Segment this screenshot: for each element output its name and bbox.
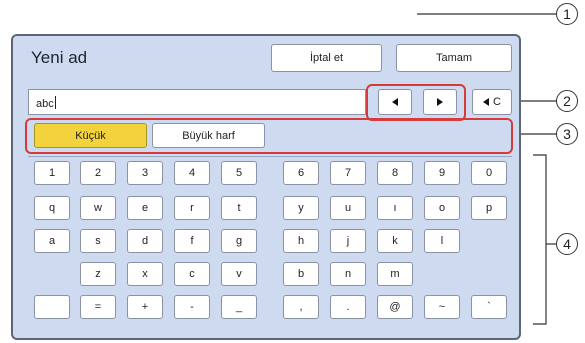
key[interactable]: 1: [34, 161, 70, 185]
key[interactable]: 5: [221, 161, 257, 185]
callout-3: 3: [556, 123, 578, 145]
key[interactable]: f: [174, 229, 210, 253]
key[interactable]: 3: [127, 161, 163, 185]
backspace-arrow-icon: [483, 98, 490, 106]
key[interactable]: e: [127, 196, 163, 220]
key[interactable]: 0: [471, 161, 507, 185]
key[interactable]: 2: [80, 161, 116, 185]
key[interactable]: v: [221, 262, 257, 286]
ok-button[interactable]: Tamam: [396, 44, 512, 72]
key[interactable]: q: [34, 196, 70, 220]
key[interactable]: -: [174, 295, 210, 319]
callout-4: 4: [556, 233, 578, 255]
callout-box-3: [25, 118, 513, 154]
key[interactable]: 7: [330, 161, 366, 185]
key[interactable]: 4: [174, 161, 210, 185]
key[interactable]: n: [330, 262, 366, 286]
key[interactable]: c: [174, 262, 210, 286]
key[interactable]: 6: [283, 161, 319, 185]
key[interactable]: @: [377, 295, 413, 319]
key[interactable]: g: [221, 229, 257, 253]
key[interactable]: =: [80, 295, 116, 319]
key[interactable]: b: [283, 262, 319, 286]
key[interactable]: ~: [424, 295, 460, 319]
key[interactable]: r: [174, 196, 210, 220]
space-key[interactable]: [34, 295, 70, 319]
key[interactable]: .: [330, 295, 366, 319]
key[interactable]: o: [424, 196, 460, 220]
input-value: abc: [36, 98, 54, 110]
key[interactable]: ı: [377, 196, 413, 220]
key[interactable]: +: [127, 295, 163, 319]
callout-1: 1: [556, 3, 578, 25]
dialog-title: Yeni ad: [31, 48, 88, 67]
cancel-button[interactable]: İptal et: [271, 44, 382, 72]
key[interactable]: d: [127, 229, 163, 253]
key[interactable]: `: [471, 295, 507, 319]
key[interactable]: x: [127, 262, 163, 286]
key[interactable]: l: [424, 229, 460, 253]
backspace-button[interactable]: C: [472, 89, 512, 115]
key[interactable]: s: [80, 229, 116, 253]
key[interactable]: _: [221, 295, 257, 319]
key[interactable]: w: [80, 196, 116, 220]
key[interactable]: 8: [377, 161, 413, 185]
key[interactable]: p: [471, 196, 507, 220]
backspace-label: C: [493, 96, 501, 108]
divider: [28, 156, 512, 157]
key[interactable]: ,: [283, 295, 319, 319]
key[interactable]: y: [283, 196, 319, 220]
key[interactable]: u: [330, 196, 366, 220]
callout-2: 2: [556, 90, 578, 112]
key[interactable]: t: [221, 196, 257, 220]
name-input[interactable]: abc: [28, 89, 366, 115]
key[interactable]: m: [377, 262, 413, 286]
callout-box-1: [366, 84, 466, 121]
key[interactable]: 9: [424, 161, 460, 185]
key[interactable]: h: [283, 229, 319, 253]
key[interactable]: z: [80, 262, 116, 286]
key[interactable]: a: [34, 229, 70, 253]
key[interactable]: j: [330, 229, 366, 253]
text-cursor: [54, 96, 56, 109]
key[interactable]: k: [377, 229, 413, 253]
